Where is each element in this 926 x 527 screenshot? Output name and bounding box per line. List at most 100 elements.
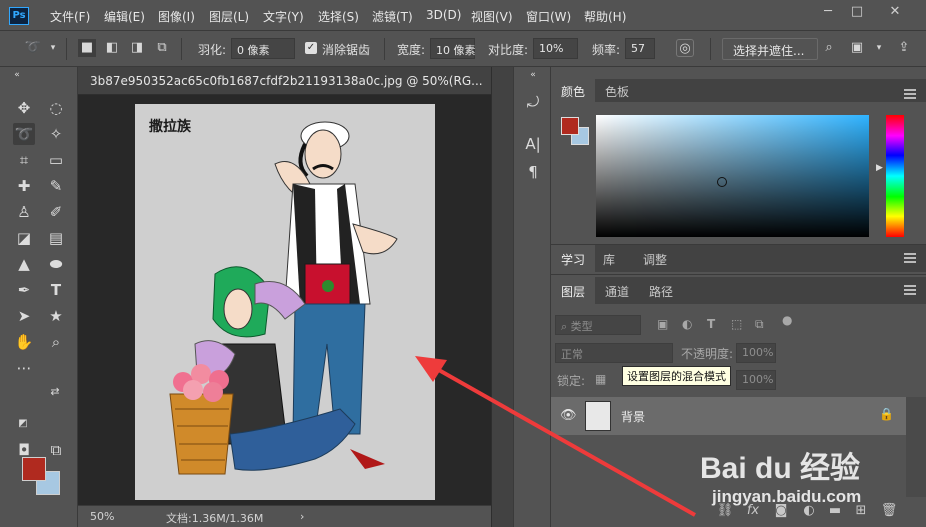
workspace-chevron-icon[interactable]: ▾ xyxy=(870,39,888,57)
divider xyxy=(66,38,67,60)
layers-panel-menu-icon[interactable] xyxy=(904,285,916,295)
type-tool-icon[interactable]: T xyxy=(45,279,67,301)
clone-stamp-tool-icon[interactable]: ♙ xyxy=(13,201,35,223)
width-input[interactable]: 10 像素 xyxy=(430,38,476,59)
subtract-selection-icon[interactable]: ◨ xyxy=(128,39,146,57)
minimize-button[interactable]: ─ xyxy=(817,4,839,20)
ruler-tool-icon[interactable]: ▭ xyxy=(45,149,67,171)
tab-color[interactable]: 颜色 xyxy=(551,79,596,102)
paragraph-icon[interactable]: ¶ xyxy=(522,161,544,183)
menu-layer[interactable]: 图层(L) xyxy=(209,8,249,25)
filter-adjustment-icon[interactable]: ◐ xyxy=(682,317,692,331)
workspace-icon[interactable]: ▣ xyxy=(848,39,866,57)
close-button[interactable]: ✕ xyxy=(884,4,906,20)
tab-adjustments[interactable]: 调整 xyxy=(633,245,677,272)
foreground-color-swatch[interactable] xyxy=(22,457,46,481)
dodge-tool-icon[interactable]: ⬬ xyxy=(45,253,67,275)
filter-smart-object-icon[interactable]: ⧉ xyxy=(755,317,764,332)
layers-scrollbar[interactable] xyxy=(906,397,926,497)
tool-preset-chevron-icon[interactable]: ▾ xyxy=(44,39,62,57)
zoom-level[interactable]: 50% xyxy=(90,510,114,523)
pen-tool-icon[interactable]: ✒ xyxy=(13,279,35,301)
color-spectrum-field[interactable] xyxy=(596,115,869,237)
tab-swatches[interactable]: 色板 xyxy=(595,79,639,102)
collapse-panels-icon[interactable]: « xyxy=(522,69,544,81)
marquee-tool-icon[interactable]: ◌ xyxy=(45,97,67,119)
magnetic-lasso-tool-icon[interactable]: ➰ xyxy=(24,39,42,57)
tab-layers[interactable]: 图层 xyxy=(551,277,596,304)
frequency-input[interactable]: 57 xyxy=(625,38,655,59)
tab-channels[interactable]: 通道 xyxy=(595,277,639,304)
move-tool-icon[interactable]: ✥ xyxy=(13,97,35,119)
more-tools-icon[interactable]: ⋯ xyxy=(13,357,35,379)
learn-panel: 学习 库 调整 xyxy=(551,245,926,275)
lasso-tool-icon[interactable]: ➰ xyxy=(13,123,35,145)
filter-type-icon[interactable]: T xyxy=(707,317,715,331)
menu-help[interactable]: 帮助(H) xyxy=(584,8,626,25)
hand-tool-icon[interactable]: ✋ xyxy=(13,331,35,353)
healing-brush-tool-icon[interactable]: ✚ xyxy=(13,175,35,197)
maximize-button[interactable]: □ xyxy=(846,4,868,20)
baidu-watermark: Bai du 经验 jingyan.baidu.com xyxy=(700,425,890,515)
layer-filter-dropdown[interactable]: ⌕ 类型 xyxy=(555,315,641,335)
history-icon[interactable]: ⤾ xyxy=(522,91,544,113)
path-selection-tool-icon[interactable]: ➤ xyxy=(13,305,35,327)
blend-mode-tooltip: 设置图层的混合模式 xyxy=(622,366,731,386)
learn-panel-menu-icon[interactable] xyxy=(904,253,916,263)
antialias-checkbox[interactable]: ✓ xyxy=(305,42,317,54)
intersect-selection-icon[interactable]: ⧉ xyxy=(153,39,171,57)
add-selection-icon[interactable]: ◧ xyxy=(103,39,121,57)
collapse-toolbar-icon[interactable]: « xyxy=(6,69,28,81)
history-brush-tool-icon[interactable]: ✐ xyxy=(45,201,67,223)
menu-select[interactable]: 选择(S) xyxy=(318,8,359,25)
custom-shape-tool-icon[interactable]: ★ xyxy=(45,305,67,327)
menu-edit[interactable]: 编辑(E) xyxy=(104,8,145,25)
tab-paths[interactable]: 路径 xyxy=(639,277,683,304)
magic-wand-tool-icon[interactable]: ✧ xyxy=(45,123,67,145)
filter-search-icon: ⌕ xyxy=(561,320,571,333)
opacity-input[interactable]: 100% xyxy=(736,343,776,363)
tab-learn[interactable]: 学习 xyxy=(551,245,596,272)
menu-file[interactable]: 文件(F) xyxy=(50,8,90,25)
blur-tool-icon[interactable]: ▲ xyxy=(13,253,35,275)
contrast-input[interactable]: 10% xyxy=(533,38,578,59)
gradient-tool-icon[interactable]: ▤ xyxy=(45,227,67,249)
watermark-url-text: jingyan.baidu.com xyxy=(712,487,862,506)
filter-toggle-icon[interactable]: ● xyxy=(782,313,792,327)
divider xyxy=(384,38,385,60)
eraser-tool-icon[interactable]: ◪ xyxy=(13,227,35,249)
select-and-mask-button[interactable]: 选择并遮住... xyxy=(722,38,818,60)
filter-shape-icon[interactable]: ⬚ xyxy=(731,317,742,331)
fill-input[interactable]: 100% xyxy=(736,370,776,390)
swap-colors-icon[interactable]: ⇄ xyxy=(48,385,62,399)
tab-libraries[interactable]: 库 xyxy=(593,245,625,272)
new-selection-icon[interactable]: ■ xyxy=(78,39,96,57)
divider xyxy=(710,38,711,60)
document-canvas[interactable]: 撒拉族 xyxy=(135,104,435,500)
divider xyxy=(181,38,182,60)
zoom-tool-icon[interactable]: ⌕ xyxy=(45,331,67,353)
status-menu-arrow[interactable]: › xyxy=(300,510,304,523)
filter-pixel-icon[interactable]: ▣ xyxy=(657,317,668,331)
menu-view[interactable]: 视图(V) xyxy=(471,8,513,25)
feather-input[interactable]: 0 像素 xyxy=(231,38,295,59)
panel-foreground-swatch[interactable] xyxy=(561,117,579,135)
menu-window[interactable]: 窗口(W) xyxy=(526,8,571,25)
color-panel-menu-icon[interactable] xyxy=(904,89,916,99)
menu-3d[interactable]: 3D(D) xyxy=(426,8,461,22)
screen-mode-icon[interactable]: ⧉ xyxy=(45,439,67,461)
hue-slider[interactable] xyxy=(886,115,904,237)
pen-pressure-icon[interactable]: ◎ xyxy=(676,39,694,57)
color-picker-ring[interactable] xyxy=(717,177,727,187)
menu-image[interactable]: 图像(I) xyxy=(158,8,195,25)
menu-filter[interactable]: 滤镜(T) xyxy=(372,8,413,25)
crop-tool-icon[interactable]: ⌗ xyxy=(13,149,35,171)
share-icon[interactable]: ⇪ xyxy=(895,39,913,57)
character-icon[interactable]: A| xyxy=(522,133,544,155)
hue-slider-arrow-icon[interactable]: ▶ xyxy=(876,163,883,173)
brush-tool-icon[interactable]: ✎ xyxy=(45,175,67,197)
default-colors-icon[interactable]: ◩ xyxy=(16,417,30,431)
document-tab[interactable]: 3b87e950352ac65c0fb1687cfdf2b21193138a0c… xyxy=(78,67,491,95)
search-icon[interactable]: ⌕ xyxy=(820,39,838,57)
menu-type[interactable]: 文字(Y) xyxy=(263,8,304,25)
